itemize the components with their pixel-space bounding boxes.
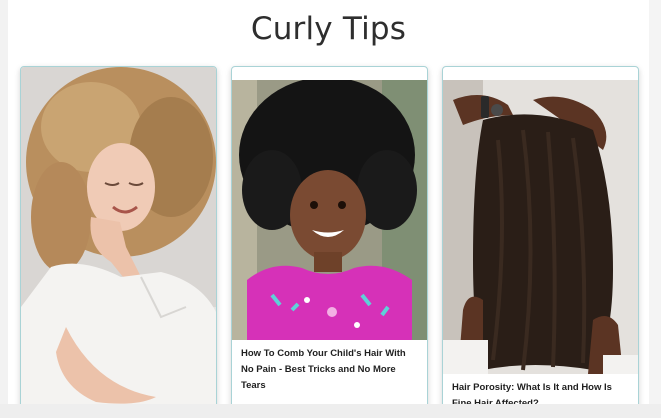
article-card-2[interactable]: How To Comb Your Child's Hair With No Pa… — [231, 66, 428, 404]
article-title-2[interactable]: How To Comb Your Child's Hair With No Pa… — [241, 346, 417, 394]
article-image-child-afro[interactable] — [232, 80, 427, 340]
article-card-1[interactable] — [20, 66, 217, 404]
article-image-long-curly-hair[interactable] — [443, 80, 638, 374]
article-card-3[interactable]: Hair Porosity: What Is It and How Is Fin… — [442, 66, 639, 404]
bottom-bar — [0, 404, 661, 418]
page-title: Curly Tips — [250, 11, 407, 47]
content-panel: Curly Tips How To Comb Your Child's Hair… — [8, 0, 649, 404]
article-image-curly-woman[interactable] — [21, 67, 216, 404]
scroll-gutter — [649, 0, 661, 404]
article-title-3[interactable]: Hair Porosity: What Is It and How Is Fin… — [452, 380, 628, 404]
